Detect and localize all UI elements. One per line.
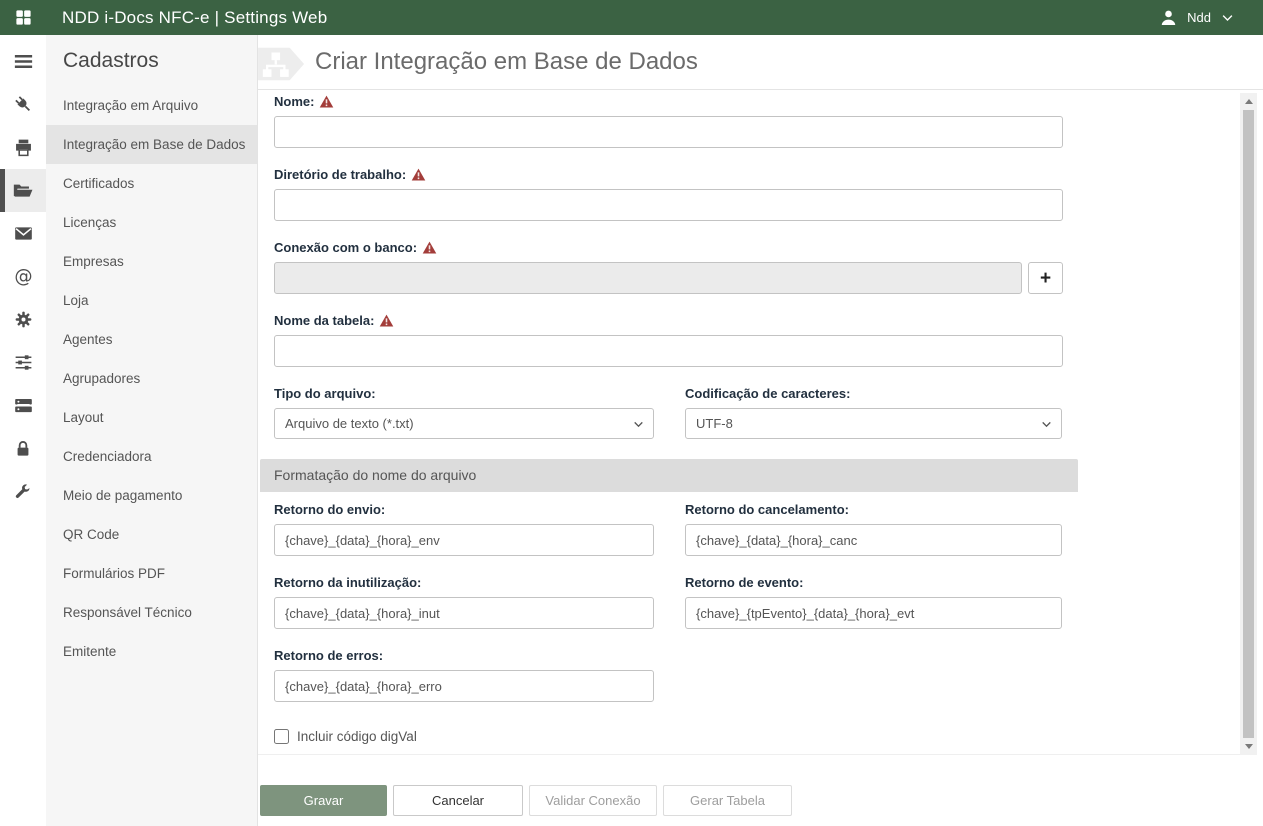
sitemap-arrow-icon (258, 41, 306, 87)
retorno-erros-input[interactable] (274, 670, 654, 702)
digval-checkbox-input[interactable] (274, 729, 289, 744)
retorno-cancelamento-label: Retorno do cancelamento: (685, 502, 1062, 517)
retorno-erros-label: Retorno de erros: (274, 648, 654, 663)
tipo-arquivo-label: Tipo do arquivo: (274, 386, 654, 401)
gear-icon[interactable] (0, 298, 46, 341)
menu-item-empresas[interactable]: Empresas (46, 242, 257, 281)
retorno-inutilizacao-label: Retorno da inutilização: (274, 575, 654, 590)
page-title: Criar Integração em Base de Dados (315, 48, 698, 76)
codificacao-label: Codificação de caracteres: (685, 386, 1062, 401)
diretorio-input[interactable] (274, 189, 1063, 221)
main-content: Criar Integração em Base de Dados Nome: … (258, 35, 1263, 826)
wrench-icon[interactable] (0, 470, 46, 513)
warning-icon (319, 95, 334, 108)
menu-item-agentes[interactable]: Agentes (46, 320, 257, 359)
vertical-scrollbar[interactable] (1240, 93, 1257, 755)
menu-item-emitente[interactable]: Emitente (46, 632, 257, 671)
user-menu[interactable]: Ndd (1159, 0, 1235, 35)
retorno-cancelamento-input[interactable] (685, 524, 1062, 556)
retorno-envio-input[interactable] (274, 524, 654, 556)
menu-item-integracao-base-dados[interactable]: Integração em Base de Dados (46, 125, 257, 164)
gerar-tabela-button[interactable]: Gerar Tabela (663, 785, 792, 816)
page-header: Criar Integração em Base de Dados (258, 35, 1263, 90)
menu-item-licencas[interactable]: Licenças (46, 203, 257, 242)
gravar-button[interactable]: Gravar (260, 785, 387, 816)
app-header: NDD i-Docs NFC-e | Settings Web Ndd (0, 0, 1263, 35)
menu-item-integracao-arquivo[interactable]: Integração em Arquivo (46, 86, 257, 125)
lock-icon[interactable] (0, 427, 46, 470)
chevron-down-icon (1220, 10, 1235, 25)
conexao-label: Conexão com o banco: (274, 240, 1063, 255)
section-header-formatacao: Formatação do nome do arquivo (260, 459, 1078, 492)
action-buttons: Gravar Cancelar Validar Conexão Gerar Ta… (260, 785, 792, 816)
menu-item-formularios-pdf[interactable]: Formulários PDF (46, 554, 257, 593)
menu-item-credenciadora[interactable]: Credenciadora (46, 437, 257, 476)
incluir-digval-checkbox[interactable]: Incluir código digVal (274, 729, 417, 744)
apps-grid-icon[interactable] (0, 8, 46, 27)
tipo-arquivo-select[interactable]: Arquivo de texto (*.txt) (274, 408, 654, 439)
menu-item-loja[interactable]: Loja (46, 281, 257, 320)
diretorio-label: Diretório de trabalho: (274, 167, 1063, 182)
server-stack-icon[interactable] (0, 384, 46, 427)
validar-conexao-button[interactable]: Validar Conexão (529, 785, 657, 816)
retorno-evento-input[interactable] (685, 597, 1062, 629)
scrollbar-up-arrow[interactable] (1240, 93, 1257, 110)
envelope-icon[interactable] (0, 212, 46, 255)
add-connection-button[interactable]: + (1028, 262, 1063, 294)
menu-item-agrupadores[interactable]: Agrupadores (46, 359, 257, 398)
plug-icon[interactable] (0, 83, 46, 126)
form-area: Nome: Diretório de trabalho: Conexão com… (258, 93, 1257, 755)
svg-text:@: @ (14, 266, 32, 287)
menu-item-qr-code[interactable]: QR Code (46, 515, 257, 554)
app-title: NDD i-Docs NFC-e | Settings Web (62, 8, 327, 28)
conexao-input (274, 262, 1022, 294)
warning-icon (379, 314, 394, 327)
scrollbar-down-arrow[interactable] (1240, 738, 1257, 755)
icon-rail: @ (0, 35, 46, 826)
cadastros-menu: Cadastros Integração em Arquivo Integraç… (46, 35, 258, 826)
menu-item-certificados[interactable]: Certificados (46, 164, 257, 203)
tabela-label: Nome da tabela: (274, 313, 1063, 328)
warning-icon (411, 168, 426, 181)
retorno-inutilizacao-input[interactable] (274, 597, 654, 629)
printer-icon[interactable] (0, 126, 46, 169)
nome-input[interactable] (274, 116, 1063, 148)
retorno-envio-label: Retorno do envio: (274, 502, 654, 517)
menu-item-meio-pagamento[interactable]: Meio de pagamento (46, 476, 257, 515)
cancelar-button[interactable]: Cancelar (393, 785, 523, 816)
menu-item-layout[interactable]: Layout (46, 398, 257, 437)
digval-checkbox-label: Incluir código digVal (297, 729, 417, 744)
menu-item-responsavel-tecnico[interactable]: Responsável Técnico (46, 593, 257, 632)
menu-toggle-icon[interactable] (0, 40, 46, 83)
folder-open-icon[interactable] (0, 169, 46, 212)
retorno-evento-label: Retorno de evento: (685, 575, 1062, 590)
user-icon (1159, 8, 1178, 27)
codificacao-select[interactable]: UTF-8 (685, 408, 1062, 439)
at-sign-icon[interactable]: @ (0, 255, 46, 298)
menu-title: Cadastros (46, 35, 257, 86)
sliders-icon[interactable] (0, 341, 46, 384)
warning-icon (422, 241, 437, 254)
user-name: Ndd (1187, 10, 1211, 25)
nome-label: Nome: (274, 94, 1063, 109)
scrollbar-thumb[interactable] (1243, 110, 1254, 738)
tabela-input[interactable] (274, 335, 1063, 367)
